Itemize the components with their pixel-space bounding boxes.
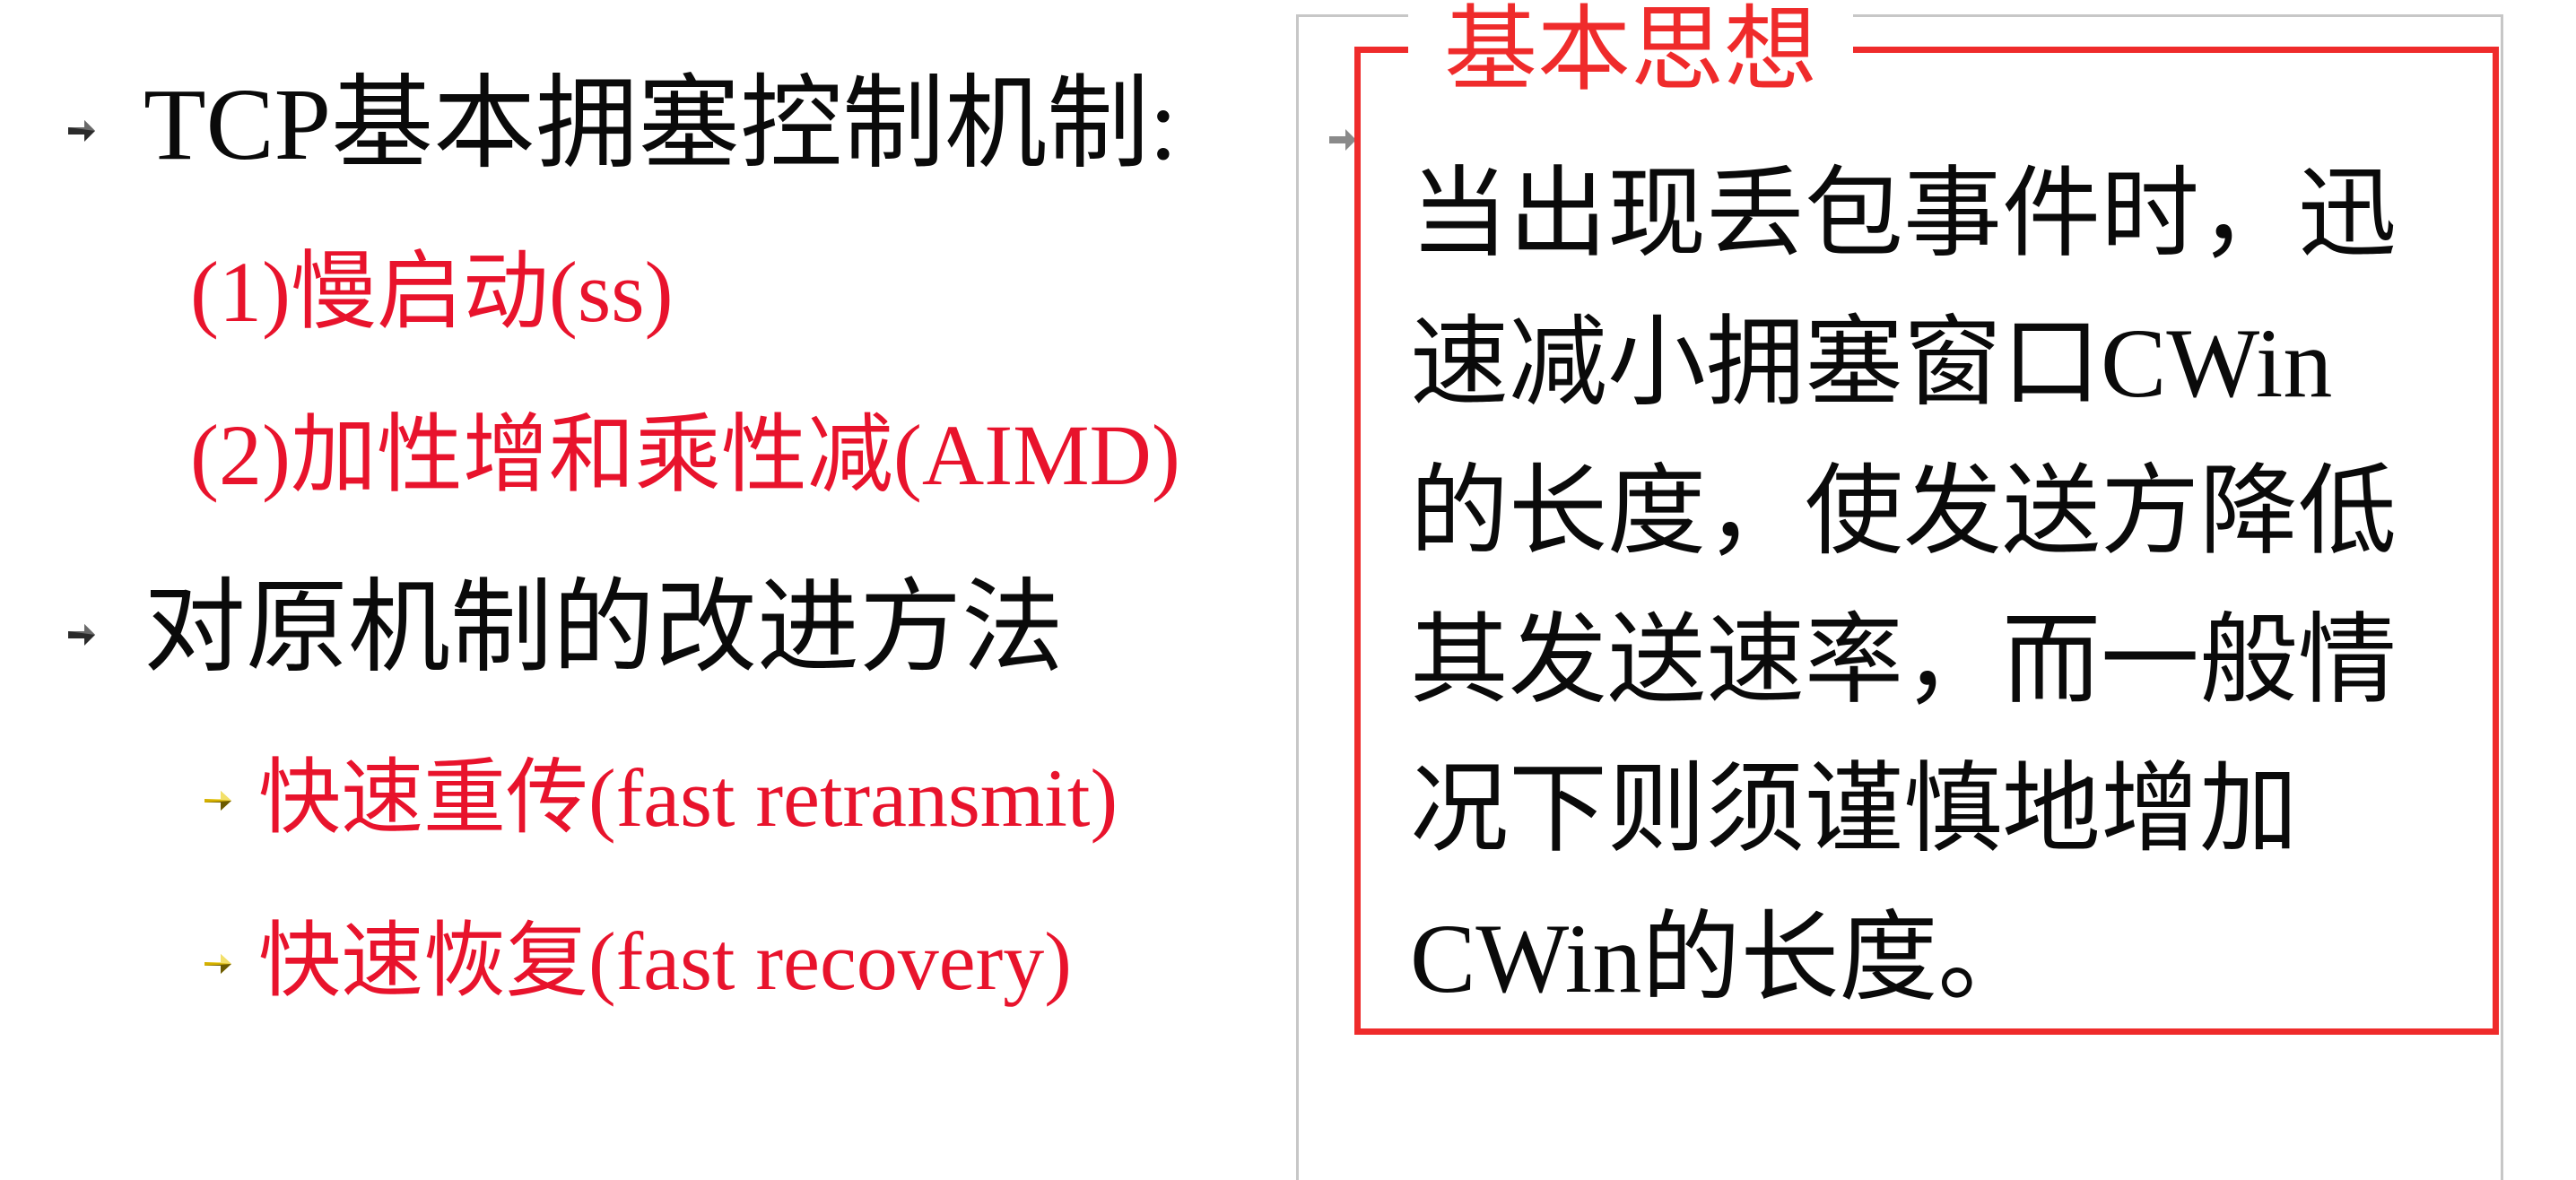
- callout-text-line: 当出现丢包事件时，迅: [1410, 160, 2397, 269]
- arrow-bullet-icon: [1329, 129, 1356, 151]
- callout-text-line: 况下则须谨慎地增加: [1410, 755, 2298, 864]
- heading-tcp-control: TCP基本拥塞控制机制:: [144, 67, 1178, 181]
- arrow-bullet-icon: [68, 120, 95, 142]
- item-fast-recovery: 快速恢复(fast recovery): [258, 915, 1072, 1007]
- callout-title: 基本思想: [1408, 0, 1854, 103]
- sub-item-slow-start: (1)慢启动(ss): [190, 244, 674, 340]
- item-fast-retransmit: 快速重传(fast retransmit): [258, 752, 1118, 844]
- arrow-bullet-icon: [68, 624, 95, 646]
- callout-text-line: 的长度，使发送方降低: [1410, 457, 2397, 567]
- gold-arrow-bullet-icon: [205, 954, 231, 974]
- callout-text-line: 其发送速率，而一般情: [1410, 606, 2397, 716]
- sub-item-aimd: (2)加性增和乘性减(AIMD): [190, 407, 1180, 503]
- callout-text-line: 速减小拥塞窗口CWin: [1410, 308, 2333, 418]
- gold-arrow-bullet-icon: [205, 791, 231, 811]
- heading-improvements: 对原机制的改进方法: [144, 571, 1065, 685]
- callout-text-line: CWin的长度。: [1410, 904, 2037, 1013]
